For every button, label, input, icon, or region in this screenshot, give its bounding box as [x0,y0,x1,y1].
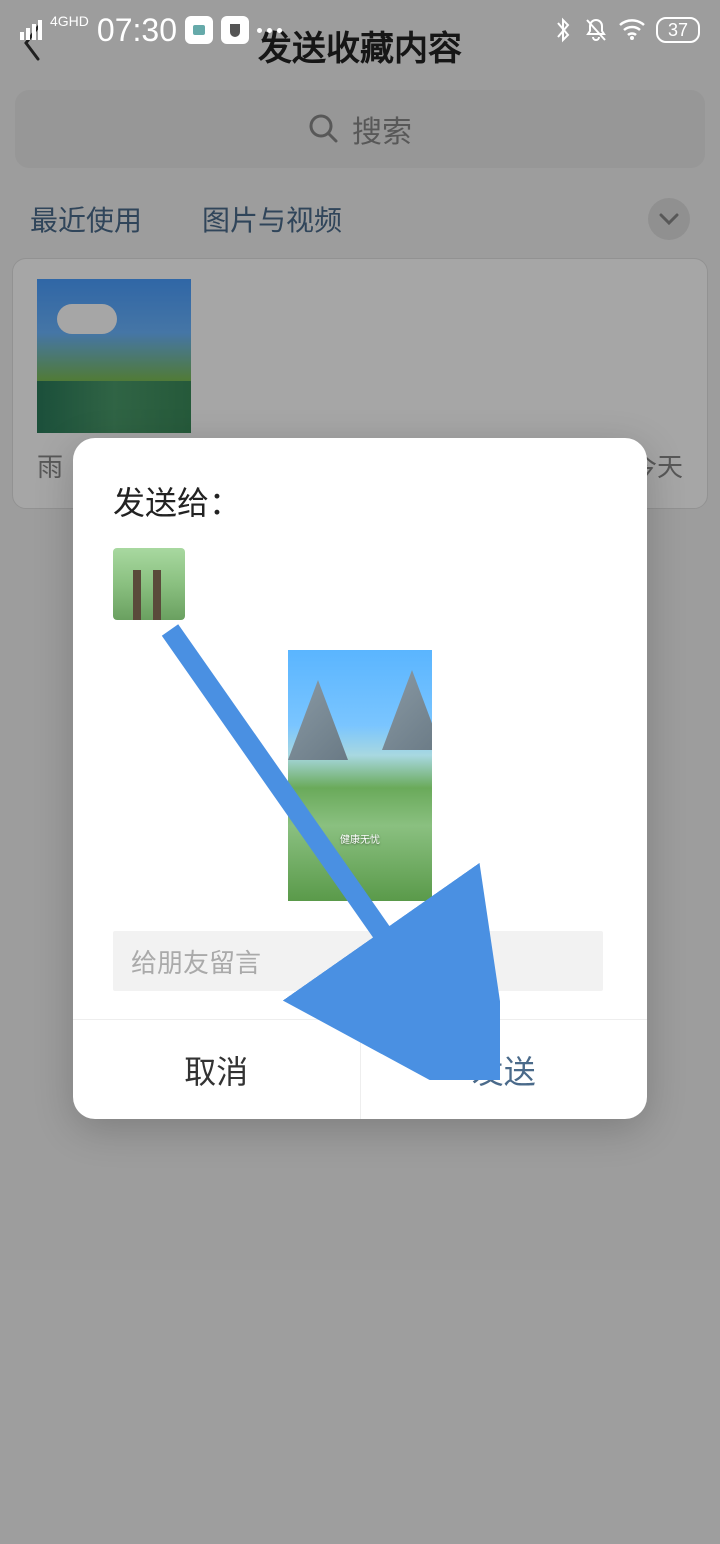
modal-title: 发送给： [113,478,607,524]
more-icon [257,28,282,33]
battery-level: 37 [656,17,700,43]
recipient-avatar[interactable] [113,548,185,620]
app-icon-1 [185,16,213,44]
alarm-off-icon [584,17,608,43]
app-icon-2 [221,16,249,44]
send-confirm-modal: 发送给： 健康无忧 给朋友留言 取消 发送 [73,438,647,1119]
send-button[interactable]: 发送 [361,1020,648,1119]
status-bar: 4GHD 07:30 37 [0,0,720,60]
network-label: 4GHD [50,13,89,29]
cancel-button[interactable]: 取消 [73,1020,361,1119]
wifi-icon [618,19,646,41]
message-placeholder: 给朋友留言 [131,943,261,980]
message-input[interactable]: 给朋友留言 [113,931,603,991]
bluetooth-icon [552,17,574,43]
modal-overlay: 4GHD 07:30 37 发送给： 健康无忧 [0,0,720,1544]
content-preview: 健康无忧 [288,650,432,901]
signal-icon [20,20,42,40]
clock-time: 07:30 [97,12,177,49]
